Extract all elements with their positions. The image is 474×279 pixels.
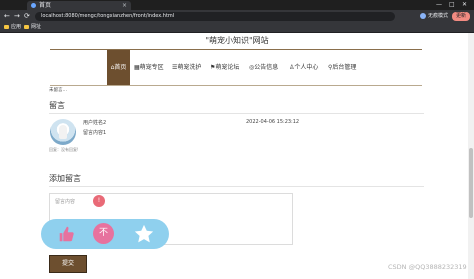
close-window-icon[interactable]: ✕ [462,0,467,10]
alert-dot-icon: ! [93,195,105,207]
url-text: localhost:8080/mengc/tongxianzhen/front/… [41,13,175,19]
message-date: 2022-04-06 15:23:12 [246,119,300,125]
scrollbar[interactable] [468,33,474,279]
nav-item-label: 公告信息 [254,64,279,71]
messages-title: 留言 [49,101,65,110]
message-user: 用户姓名2 [83,120,107,126]
address-toolbar: ← → ⟳ localhost:8080/mengc/tongxianzhen/… [0,10,474,23]
bookmark-apps[interactable]: 应用 [4,23,21,32]
watermark: CSDN @QQ3888232319 [388,263,467,271]
floating-action-bar: 不 [41,219,169,249]
nav-item-label: 后台管理 [332,64,357,71]
back-icon[interactable]: ← [4,11,10,22]
minimize-icon[interactable]: — [436,0,442,10]
reply-text: 回复：没有回复! [49,147,79,152]
nav-home[interactable]: ⌂首页 [107,50,130,85]
dislike-button[interactable]: 不 [93,223,114,244]
tab-title: 首页 [39,2,52,9]
page-content: "萌宠小知识"网站 ⌂首页 ▦萌宠专区 ☰萌宠洗护 ⚑萌宠论坛 ◎公告信息 ♙个… [0,33,474,279]
submit-button[interactable]: 提交 [49,255,87,273]
folder-icon [24,24,29,29]
nav-item-announcements[interactable]: ◎公告信息 [249,50,278,85]
bookmark-label: 网址 [31,24,42,30]
address-bar[interactable]: localhost:8080/mengc/tongxianzhen/front/… [35,12,395,21]
tab-close-icon[interactable]: × [122,1,127,10]
add-message-title: 添加留言 [49,174,81,183]
browser-tab[interactable]: 首页 × [27,1,131,10]
folder-icon [4,24,9,29]
site-title: "萌宠小知识"网站 [205,36,269,45]
nav-item-pet-care[interactable]: ☰萌宠洗护 [172,50,201,85]
favicon-icon [31,3,36,8]
section-divider [49,186,424,187]
nav-divider [50,85,422,86]
nav-item-admin[interactable]: ⚲后台管理 [328,50,356,85]
nav-item-profile[interactable]: ♙个人中心 [289,50,318,85]
browser-tab-strip: 首页 × — □ ✕ [0,0,474,10]
bookmark-label: 应用 [11,24,22,30]
profile-label: 无痕模式 [428,13,449,19]
section-divider [49,113,424,114]
update-button[interactable]: 更新 [452,12,470,21]
avatar [50,119,76,145]
bookmarks-bar: 应用 网址 [0,23,474,33]
message-content: 留言内容1 [83,130,107,136]
nav-item-label: 萌宠论坛 [215,64,240,71]
nav-item-pet-zone[interactable]: ▦萌宠专区 [134,50,164,85]
bookmark-sites[interactable]: 网址 [24,23,41,32]
nav-home-label: 首页 [114,64,127,71]
nav-item-label: 萌宠洗护 [177,64,202,71]
nav-item-label: 萌宠专区 [139,64,164,71]
profile-button[interactable]: 无痕模式 [420,12,448,21]
star-icon[interactable] [133,223,155,245]
textarea-placeholder: 留言内容 [55,199,76,205]
nav-item-forum[interactable]: ⚑萌宠论坛 [210,50,239,85]
maximize-icon[interactable]: □ [449,0,455,10]
avatar-figure [59,125,67,139]
thumbs-up-icon[interactable] [57,225,75,243]
reload-icon[interactable]: ⟳ [24,11,30,22]
nav-item-label: 个人中心 [294,64,319,71]
avatar-icon [420,12,426,19]
truncated-text: 未留言… [49,88,67,93]
forward-icon[interactable]: → [14,11,20,22]
scrollbar-thumb[interactable] [469,148,473,218]
